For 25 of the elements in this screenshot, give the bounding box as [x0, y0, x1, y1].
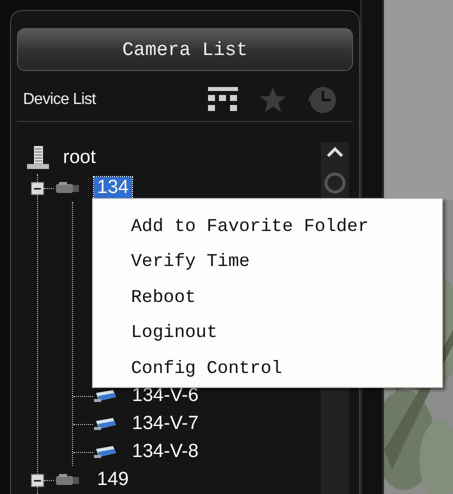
camera-icon	[54, 181, 80, 195]
camera-icon	[54, 473, 80, 487]
collapse-icon[interactable]	[31, 182, 44, 194]
menu-item[interactable]: Add to Favorite Folder	[93, 209, 442, 244]
tree-item[interactable]: root	[60, 147, 99, 169]
menu-item[interactable]: Reboot	[93, 280, 442, 316]
tree-item[interactable]: 149	[94, 469, 132, 491]
tree-item[interactable]: 134	[94, 177, 132, 199]
star-icon[interactable]	[259, 86, 287, 114]
menu-item[interactable]: Loginout	[93, 316, 442, 351]
camera-icon	[93, 444, 119, 460]
camera-icon	[93, 388, 119, 404]
device-list-title: Device List	[23, 91, 98, 109]
tree-item[interactable]: 134-V-7	[129, 413, 202, 435]
camera-list-button[interactable]: Camera List	[17, 28, 353, 71]
camera-icon	[93, 416, 119, 432]
collapse-icon[interactable]	[31, 474, 44, 486]
grid-icon[interactable]	[207, 86, 239, 114]
scroll-up-icon[interactable]	[326, 146, 344, 158]
building-icon	[26, 145, 50, 171]
scroll-thumb[interactable]	[324, 172, 346, 194]
menu-item[interactable]: Verify Time	[93, 244, 442, 280]
tree-item[interactable]: 134-V-8	[129, 441, 202, 463]
menu-item[interactable]: Config Control	[93, 351, 442, 386]
tree-item[interactable]: 134-V-6	[129, 385, 202, 407]
